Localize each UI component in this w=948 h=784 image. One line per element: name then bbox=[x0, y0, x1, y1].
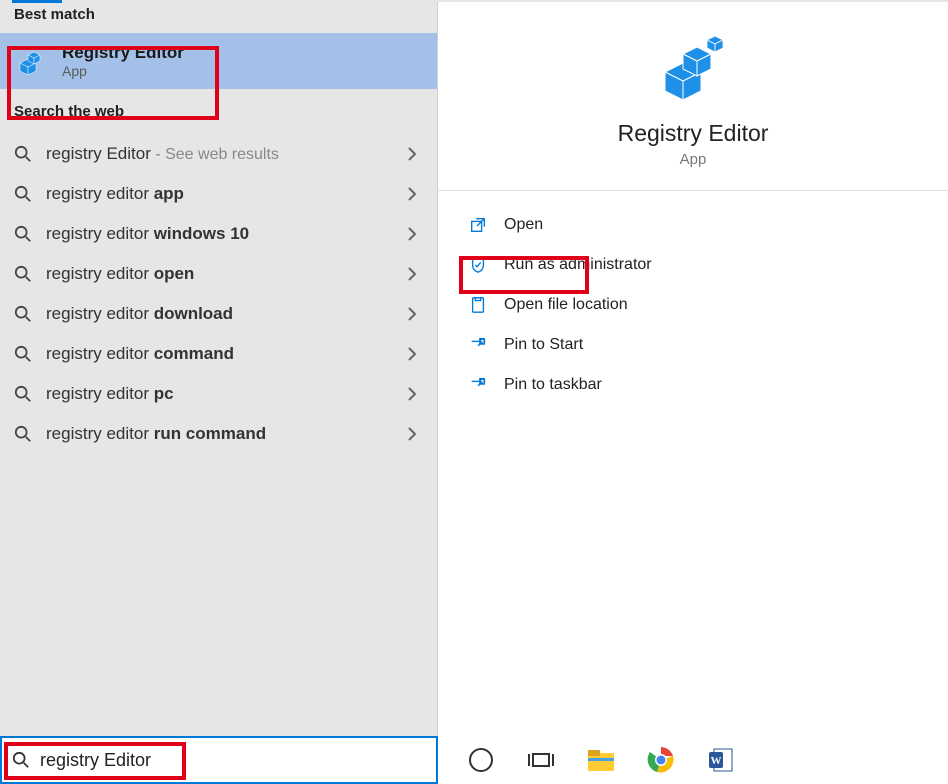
action-label: Pin to Start bbox=[504, 336, 583, 354]
detail-actions: Open Run as administrator Open file locati… bbox=[438, 191, 948, 419]
detail-pane: Registry Editor App Open Run as administr… bbox=[438, 0, 948, 736]
best-match-subtitle: App bbox=[62, 63, 184, 79]
web-result-text: registry Editor - See web results bbox=[46, 144, 279, 164]
web-result-item[interactable]: registry editor windows 10 bbox=[0, 214, 437, 254]
web-result-item[interactable]: registry editor download bbox=[0, 294, 437, 334]
search-icon bbox=[14, 425, 32, 443]
web-result-item[interactable]: registry editor command bbox=[0, 334, 437, 374]
svg-text:W: W bbox=[711, 755, 722, 767]
action-open-file-location[interactable]: Open file location bbox=[462, 285, 924, 325]
web-result-text: registry editor command bbox=[46, 344, 234, 364]
web-result-text: registry editor pc bbox=[46, 384, 174, 404]
search-icon bbox=[14, 385, 32, 403]
web-result-text: registry editor run command bbox=[46, 424, 266, 444]
chevron-right-icon bbox=[407, 146, 417, 162]
taskbar-cortana-icon[interactable] bbox=[466, 745, 496, 775]
registry-editor-large-icon bbox=[653, 28, 733, 108]
search-icon bbox=[14, 145, 32, 163]
taskbar-task-view-icon[interactable] bbox=[526, 745, 556, 775]
chevron-right-icon bbox=[407, 226, 417, 242]
chevron-right-icon bbox=[407, 266, 417, 282]
action-pin-to-start[interactable]: Pin to Start bbox=[462, 325, 924, 365]
best-match-title: Registry Editor bbox=[62, 43, 184, 63]
search-input[interactable] bbox=[40, 750, 426, 771]
taskbar-chrome-icon[interactable] bbox=[646, 745, 676, 775]
chevron-right-icon bbox=[407, 386, 417, 402]
best-match-registry-editor[interactable]: Registry Editor App bbox=[0, 33, 437, 89]
taskbar-word-icon[interactable]: W bbox=[706, 745, 736, 775]
chevron-right-icon bbox=[407, 186, 417, 202]
web-result-item[interactable]: registry editor open bbox=[0, 254, 437, 294]
search-web-label: Search the web bbox=[0, 89, 437, 130]
action-open[interactable]: Open bbox=[462, 205, 924, 245]
search-icon bbox=[14, 345, 32, 363]
action-label: Run as administrator bbox=[504, 256, 652, 274]
detail-title: Registry Editor bbox=[618, 120, 769, 147]
web-result-text: registry editor windows 10 bbox=[46, 224, 249, 244]
best-match-label: Best match bbox=[0, 0, 437, 33]
search-box[interactable] bbox=[0, 736, 438, 784]
search-icon bbox=[14, 305, 32, 323]
taskbar: W bbox=[0, 736, 948, 784]
folder-icon bbox=[468, 295, 488, 315]
chevron-right-icon bbox=[407, 306, 417, 322]
open-icon bbox=[468, 215, 488, 235]
pin-start-icon bbox=[468, 335, 488, 355]
web-result-text: registry editor open bbox=[46, 264, 194, 284]
search-icon bbox=[14, 225, 32, 243]
search-icon bbox=[12, 751, 30, 769]
detail-header: Registry Editor App bbox=[438, 0, 948, 191]
web-result-text: registry editor app bbox=[46, 184, 184, 204]
web-result-item[interactable]: registry editor app bbox=[0, 174, 437, 214]
action-pin-to-taskbar[interactable]: Pin to taskbar bbox=[462, 365, 924, 405]
admin-icon bbox=[468, 255, 488, 275]
web-results-list: registry Editor - See web results registr… bbox=[0, 130, 437, 454]
search-icon bbox=[14, 265, 32, 283]
search-icon bbox=[14, 185, 32, 203]
detail-subtitle: App bbox=[680, 151, 707, 168]
action-label: Open file location bbox=[504, 296, 628, 314]
chevron-right-icon bbox=[407, 426, 417, 442]
web-result-item[interactable]: registry Editor - See web results bbox=[0, 134, 437, 174]
chevron-right-icon bbox=[407, 346, 417, 362]
action-run-as-administrator[interactable]: Run as administrator bbox=[462, 245, 924, 285]
pin-taskbar-icon bbox=[468, 375, 488, 395]
action-label: Pin to taskbar bbox=[504, 376, 602, 394]
web-result-item[interactable]: registry editor pc bbox=[0, 374, 437, 414]
action-label: Open bbox=[504, 216, 543, 234]
web-result-item[interactable]: registry editor run command bbox=[0, 414, 437, 454]
registry-editor-icon bbox=[14, 43, 50, 79]
taskbar-icons: W bbox=[438, 736, 736, 784]
web-result-text: registry editor download bbox=[46, 304, 233, 324]
taskbar-file-explorer-icon[interactable] bbox=[586, 745, 616, 775]
search-results-pane: Best match Registry Editor bbox=[0, 0, 438, 736]
